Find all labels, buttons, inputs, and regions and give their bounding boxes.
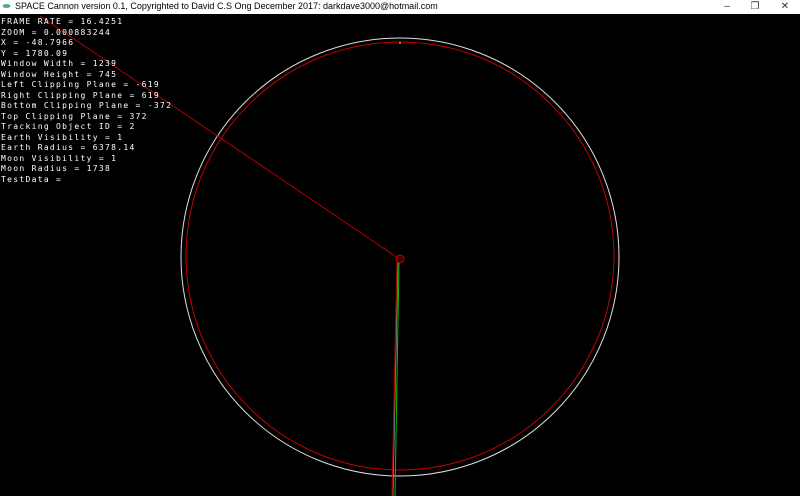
hud-line: Top Clipping Plane = 372	[1, 111, 148, 121]
app-icon	[2, 4, 11, 8]
red-trajectory	[391, 261, 398, 496]
hud-line: Moon Visibility = 1	[1, 153, 118, 163]
hud-line: FRAME RATE = 16.4251	[1, 17, 124, 26]
hud-line: Tracking Object ID = 2	[1, 122, 136, 131]
hud-line: Right Clipping Plane = 619	[1, 90, 161, 100]
marker-dot	[399, 42, 401, 44]
window-title: SPACE Cannon version 0.1, Copyrighted to…	[15, 1, 438, 11]
hud-line: X = -48.7966	[1, 38, 75, 47]
minimize-button[interactable]: –	[712, 0, 742, 14]
hud-line: Moon Radius = 1738	[1, 164, 112, 173]
hud-line: Left Clipping Plane = -619	[1, 80, 161, 89]
hud-line: Bottom Clipping Plane = -372	[1, 101, 173, 110]
hud-line: TestData =	[1, 174, 63, 184]
hud-readout: FRAME RATE = 16.4251 ZOOM = 0.000883244 X …	[1, 17, 172, 185]
hud-line: Earth Visibility = 1	[1, 132, 124, 142]
hud-line: Earth Radius = 6378.14	[1, 143, 136, 152]
close-button[interactable]: ✕	[770, 0, 800, 14]
hud-line: ZOOM = 0.000883244	[1, 27, 112, 37]
hud-line: Y = 1780.09	[1, 48, 69, 58]
maximize-button[interactable]: ❐	[740, 0, 770, 14]
moon-object[interactable]	[395, 254, 405, 264]
hud-line: Window Height = 745	[1, 69, 118, 79]
hud-line: Window Width = 1239	[1, 59, 118, 68]
title-bar: SPACE Cannon version 0.1, Copyrighted to…	[0, 0, 800, 14]
